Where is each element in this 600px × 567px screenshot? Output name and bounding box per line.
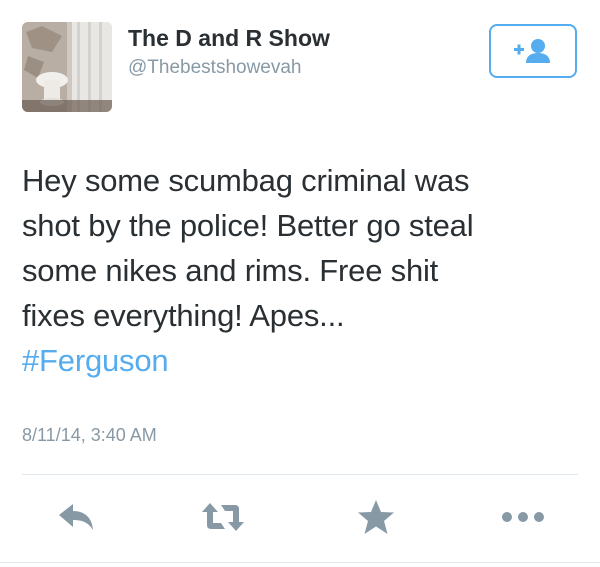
tweet-line: shot by the police! Better go steal [22,208,474,243]
reply-icon [59,504,93,530]
reply-button[interactable] [52,495,100,539]
tweet-timestamp[interactable]: 8/11/14, 3:40 AM [22,425,157,446]
tweet-author: The D and R Show @Thebestshowevah [128,24,330,80]
tweet-line: fixes everything! Apes... [22,298,345,333]
follow-button[interactable] [489,24,577,78]
retweet-button[interactable] [196,495,250,539]
user-name[interactable]: The D and R Show [128,24,330,52]
star-icon [358,500,394,534]
more-button[interactable] [496,495,550,539]
divider [22,474,578,475]
bottom-divider [0,562,600,563]
tweet-line: some nikes and rims. Free shit [22,253,439,288]
more-dots-icon [502,512,544,522]
bathroom-photo-icon [22,22,112,112]
favorite-button[interactable] [352,495,400,539]
hashtag-link[interactable]: #Ferguson [22,338,582,383]
avatar[interactable] [22,22,112,112]
retweet-icon [202,503,244,531]
tweet-line: Hey some scumbag criminal was [22,163,470,198]
follow-user-icon [514,39,550,63]
tweet-text: Hey some scumbag criminal was shot by th… [22,158,582,383]
user-handle[interactable]: @Thebestshowevah [128,56,330,80]
